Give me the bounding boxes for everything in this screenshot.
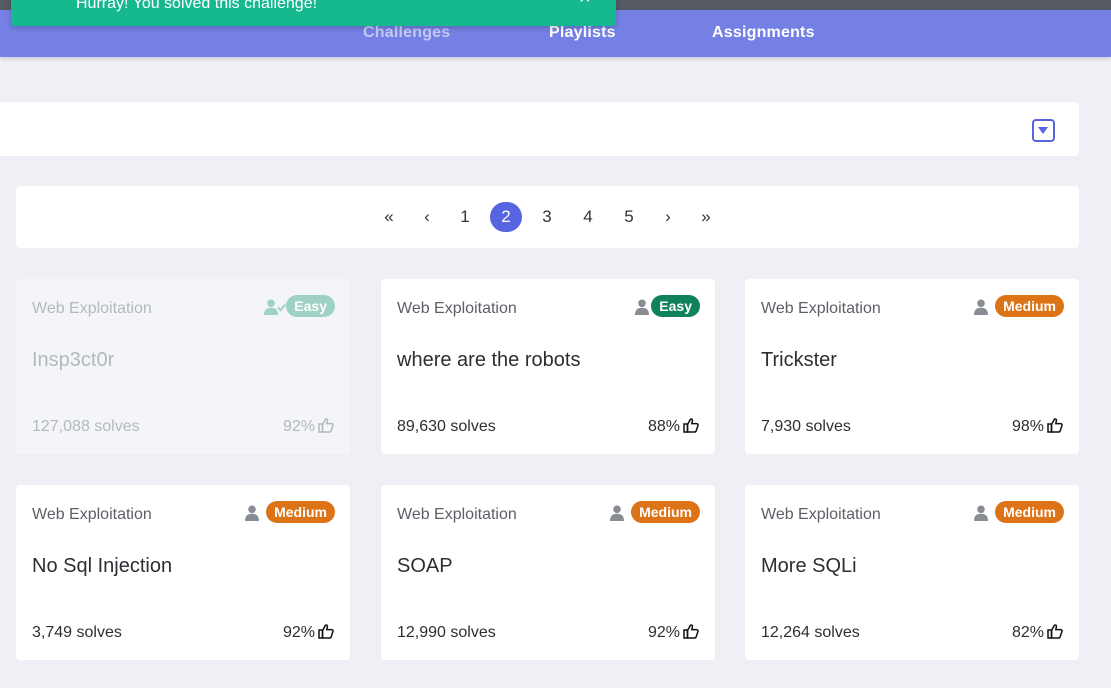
challenge-card-more-sqli[interactable]: Web Exploitation Medium More SQLi 12,264… [745, 485, 1079, 660]
page-button-1[interactable]: 1 [449, 202, 481, 232]
thumbs-up-icon [1047, 418, 1063, 433]
user-icon [974, 299, 988, 315]
challenge-card-no-sql-injection[interactable]: Web Exploitation Medium No Sql Injection… [16, 485, 350, 660]
challenge-title: Insp3ct0r [32, 349, 115, 371]
user-icon [635, 299, 649, 315]
difficulty-badge: Medium [631, 501, 700, 523]
challenge-category: Web Exploitation [397, 300, 517, 317]
rating-value: 98% [1011, 418, 1044, 435]
challenge-title: Trickster [761, 349, 837, 371]
challenge-card-where-are-the-robots[interactable]: Web Exploitation Easy where are the robo… [381, 279, 715, 454]
rating: 92% [283, 624, 334, 642]
thumbs-up-icon [318, 624, 334, 639]
success-toast: Hurray! You solved this challenge! × [11, 0, 616, 26]
thumbs-up-icon [683, 418, 699, 433]
challenge-category: Web Exploitation [32, 300, 152, 317]
challenge-card-trickster[interactable]: Web Exploitation Medium Trickster 7,930 … [745, 279, 1079, 454]
difficulty-badge: Easy [651, 295, 700, 317]
toast-message: Hurray! You solved this challenge! [76, 0, 318, 12]
rating-value: 82% [1011, 624, 1044, 641]
challenge-title: No Sql Injection [32, 555, 173, 577]
difficulty-badge: Easy [286, 295, 335, 317]
user-icon [610, 505, 624, 521]
thumbs-up-icon [1047, 624, 1063, 639]
page-button-3[interactable]: 3 [531, 202, 563, 232]
page-last-button[interactable]: » [690, 202, 722, 232]
difficulty-badge: Medium [995, 501, 1064, 523]
rating: 82% [1012, 624, 1063, 642]
rating-value: 92% [282, 624, 315, 641]
page-first-button[interactable]: « [373, 202, 405, 232]
user-icon [974, 505, 988, 521]
close-icon[interactable]: × [579, 0, 591, 8]
solve-count: 12,264 solves [761, 624, 860, 641]
rating-value: 92% [282, 418, 315, 435]
challenge-title: SOAP [397, 555, 453, 577]
thumbs-up-icon [683, 624, 699, 639]
nav-link-assignments[interactable]: Assignments [712, 24, 815, 42]
solve-count: 12,990 solves [397, 624, 496, 641]
solve-count: 127,088 solves [32, 418, 140, 435]
page-button-2[interactable]: 2 [490, 202, 522, 232]
challenge-title: where are the robots [397, 349, 581, 371]
rating-value: 88% [647, 418, 680, 435]
user-icon [245, 505, 259, 521]
rating: 88% [648, 418, 699, 436]
challenge-category: Web Exploitation [761, 300, 881, 317]
page-button-4[interactable]: 4 [572, 202, 604, 232]
solve-count: 3,749 solves [32, 624, 122, 641]
caret-down-icon [1038, 127, 1048, 134]
filter-toggle-button[interactable] [1032, 119, 1055, 142]
challenge-card-soap[interactable]: Web Exploitation Medium SOAP 12,990 solv… [381, 485, 715, 660]
rating: 98% [1012, 418, 1063, 436]
solve-count: 7,930 solves [761, 418, 851, 435]
rating-value: 92% [647, 624, 680, 641]
page-prev-button[interactable]: ‹ [411, 202, 443, 232]
challenge-category: Web Exploitation [32, 506, 152, 523]
nav-link-challenges[interactable]: Challenges [363, 24, 450, 42]
solve-count: 89,630 solves [397, 418, 496, 435]
challenge-card-insp3ct0r[interactable]: Web Exploitation Easy Insp3ct0r 127,088 … [16, 279, 350, 454]
difficulty-badge: Medium [995, 295, 1064, 317]
challenge-title: More SQLi [761, 555, 857, 577]
difficulty-badge: Medium [266, 501, 335, 523]
challenge-category: Web Exploitation [397, 506, 517, 523]
thumbs-up-icon [318, 418, 334, 433]
page-next-button[interactable]: › [652, 202, 684, 232]
page-button-5[interactable]: 5 [613, 202, 645, 232]
challenge-category: Web Exploitation [761, 506, 881, 523]
rating: 92% [283, 418, 334, 436]
rating: 92% [648, 624, 699, 642]
nav-link-playlists[interactable]: Playlists [549, 24, 616, 42]
filter-panel [0, 102, 1079, 156]
user-check-icon [264, 299, 286, 315]
